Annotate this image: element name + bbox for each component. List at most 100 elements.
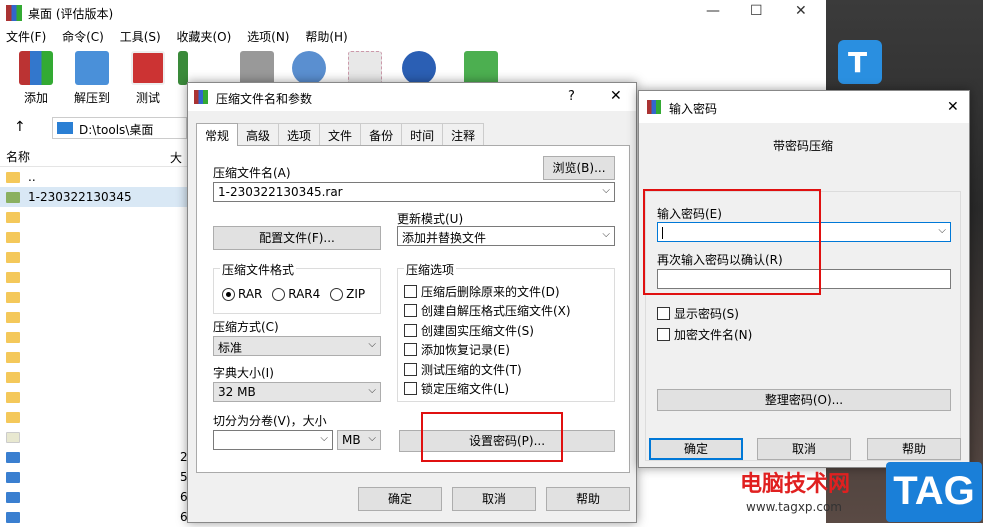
list-item[interactable]: .. bbox=[0, 167, 190, 187]
split-label: 切分为分卷(V)，大小 bbox=[213, 414, 327, 428]
split-unit-select[interactable]: MB ⌵ bbox=[337, 430, 381, 450]
radio-rar[interactable]: RAR bbox=[222, 287, 262, 301]
checkbox-delete-after[interactable]: 压缩后删除原来的文件(D) bbox=[404, 283, 560, 300]
watermark-url: www.tagxp.com bbox=[746, 500, 842, 514]
list-item[interactable]: 6 bbox=[0, 507, 190, 527]
cancel-button[interactable]: 取消 bbox=[452, 487, 536, 511]
close-icon[interactable]: ✕ bbox=[795, 3, 807, 19]
menu-options[interactable]: 选项(N) bbox=[241, 26, 295, 47]
maximize-icon[interactable]: ☐ bbox=[750, 3, 763, 19]
list-item[interactable] bbox=[0, 367, 190, 387]
file-icon bbox=[6, 511, 20, 523]
winrar-logo-icon bbox=[6, 5, 22, 21]
checkbox-solid[interactable]: 创建固实压缩文件(S) bbox=[404, 322, 534, 339]
add-button[interactable]: 添加 bbox=[10, 48, 62, 106]
update-mode-select[interactable]: 添加并替换文件 ⌵ bbox=[397, 226, 615, 246]
ok-button[interactable]: 确定 bbox=[358, 487, 442, 511]
list-item[interactable]: 2 bbox=[0, 447, 190, 467]
list-item[interactable] bbox=[0, 247, 190, 267]
winrar-logo-icon bbox=[647, 100, 661, 114]
close-icon[interactable]: ✕ bbox=[947, 99, 959, 115]
tab-files[interactable]: 文件 bbox=[319, 123, 362, 147]
dialog-heading: 带密码压缩 bbox=[773, 139, 834, 153]
checkbox-test[interactable]: 测试压缩的文件(T) bbox=[404, 361, 522, 378]
help-button[interactable]: 帮助 bbox=[867, 438, 961, 460]
general-panel: 压缩文件名(A) 浏览(B)... 1-230322130345.rar ⌵ 更… bbox=[196, 145, 630, 473]
column-size[interactable]: 大 bbox=[170, 149, 182, 166]
list-item[interactable] bbox=[0, 407, 190, 427]
menu-help[interactable]: 帮助(H) bbox=[299, 26, 353, 47]
file-icon bbox=[6, 491, 20, 503]
archive-name-field[interactable]: 1-230322130345.rar ⌵ bbox=[213, 182, 615, 202]
up-arrow-icon[interactable]: ↑ bbox=[14, 119, 26, 135]
dialog-title: 输入密码 bbox=[669, 102, 718, 116]
dialog-title: 压缩文件名和参数 bbox=[216, 92, 313, 106]
dict-size-select[interactable]: 32 MB ⌵ bbox=[213, 382, 381, 402]
profiles-button[interactable]: 配置文件(F)... bbox=[213, 226, 381, 250]
extract-to-button[interactable]: 解压到 bbox=[66, 48, 118, 106]
split-size-field[interactable]: ⌵ bbox=[213, 430, 333, 450]
folder-icon bbox=[6, 331, 20, 343]
list-item[interactable] bbox=[0, 347, 190, 367]
window-title: 桌面 (评估版本) bbox=[28, 7, 114, 21]
list-item[interactable] bbox=[0, 427, 190, 447]
folder-icon bbox=[6, 311, 20, 323]
winrar-logo-icon bbox=[194, 90, 208, 104]
tab-time[interactable]: 时间 bbox=[401, 123, 444, 147]
column-name[interactable]: 名称 bbox=[6, 150, 30, 164]
checkbox-recovery[interactable]: 添加恢复记录(E) bbox=[404, 341, 510, 358]
list-item[interactable]: 5 bbox=[0, 467, 190, 487]
radio-rar4[interactable]: RAR4 bbox=[272, 287, 320, 301]
menu-file[interactable]: 文件(F) bbox=[0, 26, 52, 47]
list-item[interactable] bbox=[0, 387, 190, 407]
help-icon[interactable]: ? bbox=[568, 89, 575, 104]
menu-favorites[interactable]: 收藏夹(O) bbox=[171, 26, 238, 47]
organize-passwords-button[interactable]: 整理密码(O)... bbox=[657, 389, 951, 411]
chevron-down-icon[interactable]: ⌵ bbox=[602, 185, 610, 196]
folder-icon bbox=[6, 371, 20, 383]
chevron-down-icon: ⌵ bbox=[602, 229, 610, 240]
dialog-title-bar: 压缩文件名和参数 ? ✕ bbox=[188, 83, 636, 111]
list-item-selected[interactable]: 1-230322130345 bbox=[0, 187, 190, 207]
close-icon[interactable]: ✕ bbox=[610, 88, 622, 104]
watermark: 电脑技术网 www.tagxp.com TAG bbox=[740, 462, 983, 523]
tab-options[interactable]: 选项 bbox=[278, 123, 321, 147]
app-shortcut-icon[interactable]: T bbox=[838, 40, 882, 84]
archive-params-dialog: 压缩文件名和参数 ? ✕ 常规 高级 选项 文件 备份 时间 注释 压缩文件名(… bbox=[187, 82, 637, 523]
list-item[interactable] bbox=[0, 307, 190, 327]
highlight-box bbox=[643, 189, 821, 295]
path-field[interactable]: D:\tools\桌面 bbox=[52, 117, 187, 139]
tab-advanced[interactable]: 高级 bbox=[237, 123, 280, 147]
tab-general[interactable]: 常规 bbox=[196, 123, 239, 146]
cancel-button[interactable]: 取消 bbox=[757, 438, 851, 460]
checkbox-show-password[interactable]: 显示密码(S) bbox=[657, 305, 739, 322]
file-list-header: 名称 大 bbox=[0, 145, 190, 167]
method-select[interactable]: 标准 ⌵ bbox=[213, 336, 381, 356]
list-item[interactable] bbox=[0, 287, 190, 307]
help-button[interactable]: 帮助 bbox=[546, 487, 630, 511]
method-label: 压缩方式(C) bbox=[213, 320, 279, 334]
chevron-down-icon: ⌵ bbox=[320, 433, 328, 444]
minimize-icon[interactable]: — bbox=[706, 3, 720, 19]
checkbox-sfx[interactable]: 创建自解压格式压缩文件(X) bbox=[404, 302, 571, 319]
browse-button[interactable]: 浏览(B)... bbox=[543, 156, 615, 180]
checkbox-lock[interactable]: 锁定压缩文件(L) bbox=[404, 380, 509, 397]
chevron-down-icon[interactable]: ⌵ bbox=[938, 225, 946, 236]
test-button[interactable]: 测试 bbox=[122, 48, 174, 106]
file-icon bbox=[6, 431, 20, 443]
folder-icon bbox=[6, 351, 20, 363]
folder-icon bbox=[6, 191, 20, 203]
list-item[interactable] bbox=[0, 327, 190, 347]
radio-zip[interactable]: ZIP bbox=[330, 287, 365, 301]
tab-comment[interactable]: 注释 bbox=[442, 123, 485, 147]
ok-button[interactable]: 确定 bbox=[649, 438, 743, 460]
checkbox-encrypt-names[interactable]: 加密文件名(N) bbox=[657, 326, 752, 343]
list-item[interactable] bbox=[0, 227, 190, 247]
menu-tools[interactable]: 工具(S) bbox=[114, 26, 167, 47]
dialog-title-bar: 输入密码 ✕ bbox=[639, 91, 969, 123]
menu-commands[interactable]: 命令(C) bbox=[56, 26, 110, 47]
list-item[interactable] bbox=[0, 267, 190, 287]
list-item[interactable] bbox=[0, 207, 190, 227]
list-item[interactable]: 6 bbox=[0, 487, 190, 507]
tab-backup[interactable]: 备份 bbox=[360, 123, 403, 147]
